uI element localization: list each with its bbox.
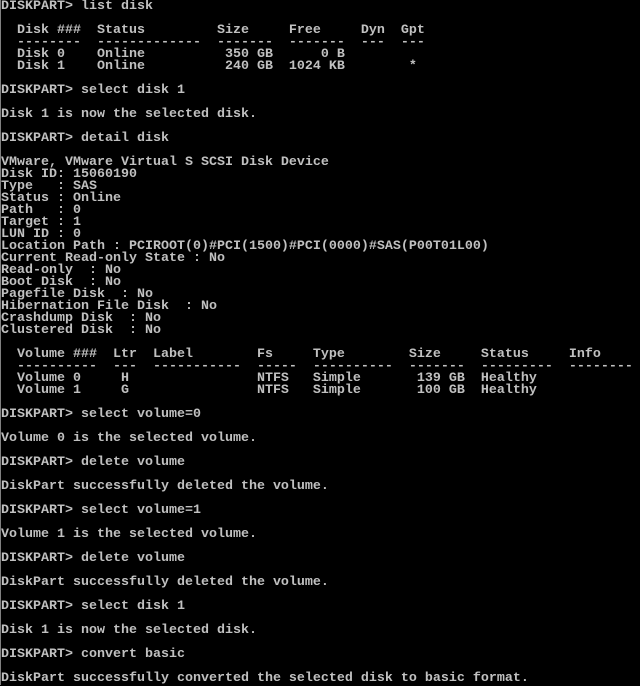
output-line: DiskPart successfully deleted the volume…	[1, 575, 329, 590]
output-line: Clustered Disk : No	[1, 323, 161, 338]
console-output[interactable]: DISKPART> list disk Disk ### Status Size…	[1, 0, 640, 686]
command-line: DISKPART> delete volume	[1, 551, 185, 566]
output-line: Disk 1 is now the selected disk.	[1, 623, 257, 638]
output-line: Target : 1	[1, 215, 81, 230]
command-line: DISKPART> list disk	[1, 0, 153, 14]
output-line: Volume 0 is the selected volume.	[1, 431, 257, 446]
output-line: Status : Online	[1, 191, 121, 206]
command-line: DISKPART> convert basic	[1, 647, 185, 662]
output-line: Volume 1 is the selected volume.	[1, 527, 257, 542]
command-line: DISKPART> detail disk	[1, 131, 169, 146]
command-line: DISKPART> select volume=1	[1, 503, 201, 518]
command-line: DISKPART> delete volume	[1, 455, 185, 470]
command-line: DISKPART> select disk 1	[1, 83, 185, 98]
output-line: Path : 0	[1, 203, 81, 218]
command-line: DISKPART> select disk 1	[1, 599, 185, 614]
output-line: Disk 1 is now the selected disk.	[1, 107, 257, 122]
output-line: Disk 1 Online 240 GB 1024 KB *	[1, 59, 417, 74]
output-line: Volume 1 G NTFS Simple 100 GB Healthy	[1, 383, 537, 398]
output-line: DiskPart successfully deleted the volume…	[1, 479, 329, 494]
command-line: DISKPART> select volume=0	[1, 407, 201, 422]
output-line: DiskPart successfully converted the sele…	[1, 671, 529, 686]
